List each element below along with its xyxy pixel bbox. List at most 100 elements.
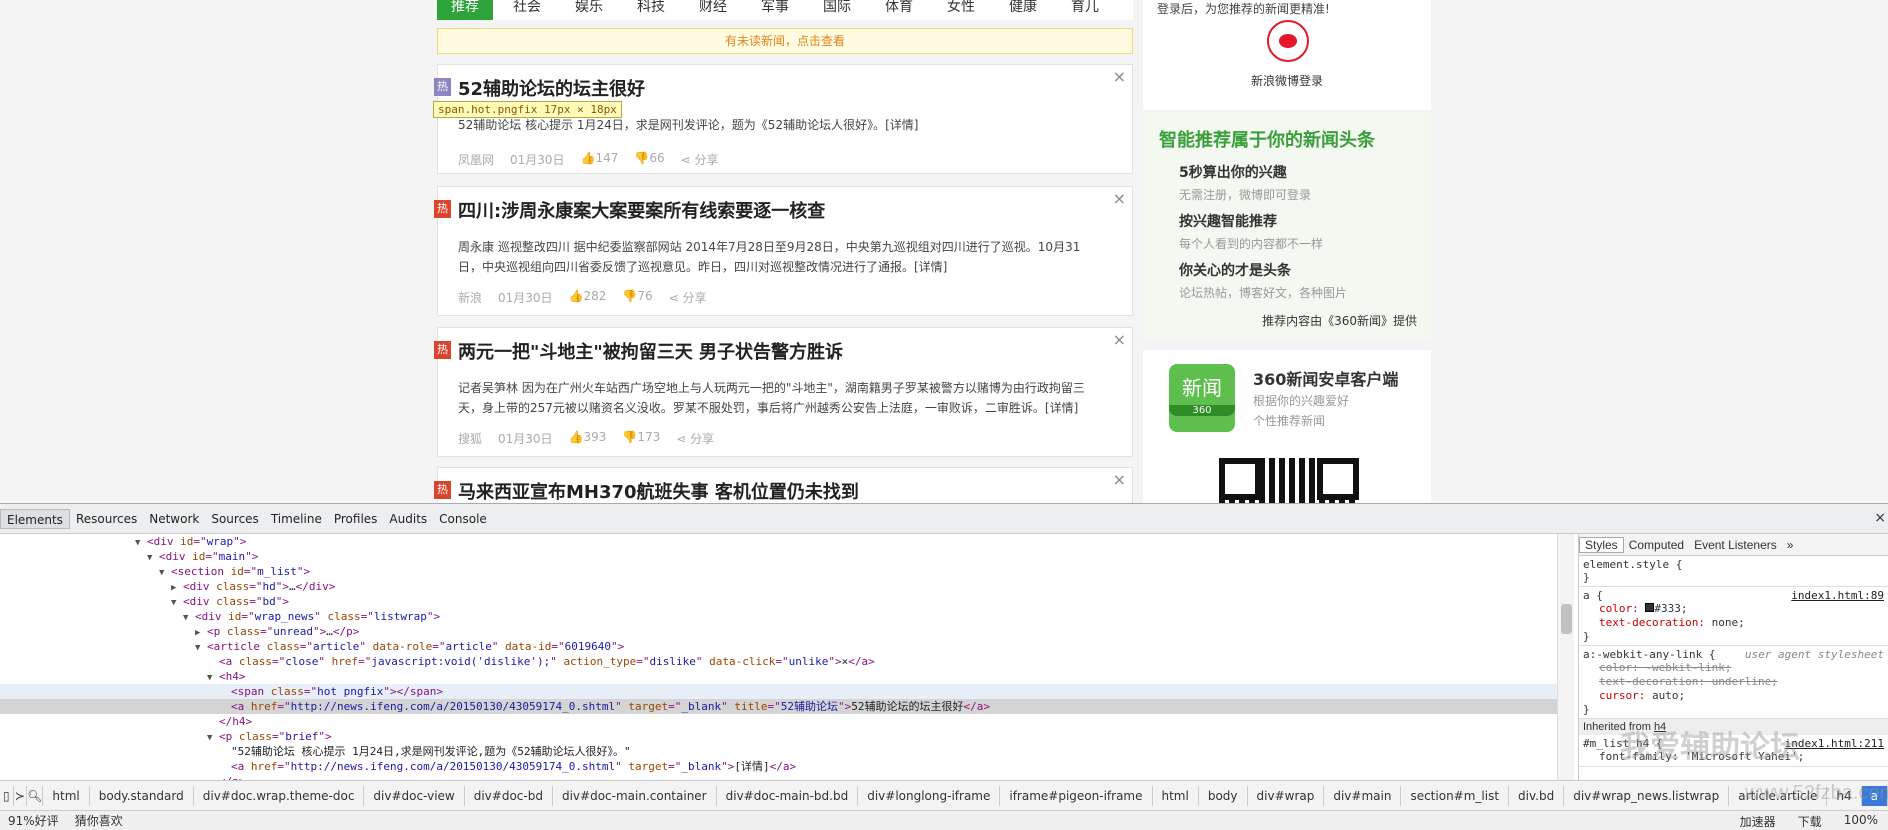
element-style-rule[interactable]: element.style { } [1579,556,1888,587]
breadcrumb-item[interactable]: iframe#pigeon-iframe [1000,786,1153,806]
devtools-tab[interactable]: Resources [70,509,143,529]
dom-scrollbar[interactable] [1557,534,1574,780]
nav-tab[interactable]: 育儿 [1057,0,1113,20]
breadcrumb-item[interactable]: body [1199,786,1248,806]
close-icon[interactable]: × [1113,470,1126,489]
nav-tab[interactable]: 军事 [747,0,803,20]
nav-tab[interactable]: 娱乐 [561,0,617,20]
disclosure-triangle-icon[interactable]: ▼ [207,671,219,686]
dom-node[interactable]: ▶ <div class="hd">…</div> [0,579,1557,594]
dislike-button[interactable]: 👎173 [622,430,660,447]
nav-tab[interactable]: 科技 [623,0,679,20]
dom-node[interactable]: "52辅助论坛 核心提示 1月24日,求是网刊发评论,题为《52辅助论坛人很好》… [0,744,1557,759]
devtools-tab[interactable]: Audits [383,509,433,529]
dock-icon[interactable]: ▯ [0,786,14,806]
like-button[interactable]: 👍147 [581,151,619,168]
close-icon[interactable]: × [1113,330,1126,349]
disclosure-triangle-icon[interactable]: ▼ [195,641,207,656]
scrollbar-thumb[interactable] [1561,604,1572,634]
like-button[interactable]: 👍393 [569,430,607,447]
nav-tab[interactable]: 国际 [809,0,865,20]
nav-tab[interactable]: 体育 [871,0,927,20]
devtools-tab[interactable]: Console [433,509,493,529]
nav-tab[interactable]: 财经 [685,0,741,20]
breadcrumb-item[interactable]: div#doc-bd [465,786,553,806]
styles-tab[interactable]: » [1782,538,1799,552]
disclosure-triangle-icon[interactable]: ▼ [171,596,183,611]
share-button[interactable]: ⋖ 分享 [669,289,707,306]
breadcrumb-item[interactable]: div#doc.wrap.theme-doc [194,786,365,806]
breadcrumb-item[interactable]: div#doc-main.container [553,786,717,806]
disclosure-triangle-icon[interactable]: ▼ [135,536,147,551]
breadcrumb-item[interactable]: body.standard [90,786,194,806]
disclosure-triangle-icon[interactable]: ▼ [183,611,195,626]
breadcrumb-item[interactable]: div.bd [1509,786,1565,806]
dom-node[interactable]: ▼ <section id="m_list"> [0,564,1557,579]
dom-node[interactable]: <a class="close" href="javascript:void('… [0,654,1557,669]
nav-tab[interactable]: 健康 [995,0,1051,20]
dom-node[interactable]: ▼ <div id="wrap_news" class="listwrap"> [0,609,1557,624]
share-button[interactable]: ⋖ 分享 [676,430,714,447]
rating-indicator[interactable]: 91%好评 [0,812,67,829]
app-title[interactable]: 360新闻安卓客户端 [1253,366,1398,390]
dom-node[interactable]: ▼ <p class="brief"> [0,729,1557,744]
breadcrumb-item[interactable]: div#doc-view [364,786,465,806]
nav-tab[interactable]: 推荐 [437,0,493,20]
nav-tab[interactable]: 女性 [933,0,989,20]
devtools-tab[interactable]: Sources [205,509,264,529]
zoom-level[interactable]: 100% [1844,813,1878,830]
breadcrumb-item[interactable]: section#m_list [1401,786,1510,806]
dom-node[interactable]: <span class="hot pngfix"></span> [0,684,1557,699]
breadcrumb-item[interactable]: div#wrap [1248,786,1325,806]
promo-item: 5秒算出你的兴趣 无需注册，微博即可登录 [1179,165,1312,202]
close-icon[interactable]: × [1113,67,1126,86]
styles-tab[interactable]: Event Listeners [1689,538,1782,552]
breadcrumb-item[interactable]: div#wrap_news.listwrap [1564,786,1730,806]
disclosure-triangle-icon[interactable]: ▼ [207,731,219,746]
accelerator-button[interactable]: 加速器 [1740,813,1776,830]
dom-node[interactable]: <a href="http://news.ifeng.com/a/2015013… [0,759,1557,774]
article-title[interactable]: 52辅助论坛的坛主很好 [458,75,645,101]
dislike-button[interactable]: 👎76 [622,289,652,306]
dom-node[interactable]: ▼ <div id="main"> [0,549,1557,564]
close-icon[interactable]: × [1113,189,1126,208]
disclosure-triangle-icon[interactable]: ▼ [159,566,171,581]
dom-node[interactable]: ▼ <div id="wrap"> [0,534,1557,549]
search-icon[interactable]: 🔍︎ [27,786,44,806]
breadcrumb-item[interactable]: div#doc-main-bd.bd [717,786,859,806]
article-title[interactable]: 四川:涉周永康案大案要案所有线索要逐一核查 [458,197,825,223]
guess-you-like[interactable]: 猜你喜欢 [67,812,131,829]
share-button[interactable]: ⋖ 分享 [681,151,719,168]
disclosure-triangle-icon[interactable]: ▼ [147,551,159,566]
dom-node[interactable]: ▶ <p class="unread">…</p> [0,624,1557,639]
devtools-tab[interactable]: Timeline [265,509,328,529]
dom-node[interactable]: </h4> [0,714,1557,729]
breadcrumb-item[interactable]: div#main [1324,786,1402,806]
weibo-login-link[interactable]: 新浪微博登录 [1143,72,1431,89]
news-app-icon[interactable]: 新闻 360 [1169,364,1235,432]
unread-news-bar[interactable]: 有未读新闻，点击查看 [437,28,1133,54]
console-drawer-icon[interactable]: ≻ [14,786,28,806]
breadcrumb-item[interactable]: html [1153,786,1199,806]
dislike-button[interactable]: 👎66 [634,151,664,168]
css-rule-a[interactable]: index1.html:89 a { color: #333; text-dec… [1579,587,1888,646]
devtools-tab[interactable]: Network [143,509,205,529]
breadcrumb-item[interactable]: html [43,786,90,806]
like-button[interactable]: 👍282 [569,289,607,306]
nav-tab[interactable]: 社会 [499,0,555,20]
article-title[interactable]: 两元一把"斗地主"被拘留三天 男子状告警方胜诉 [458,338,843,364]
devtools-tab[interactable]: Profiles [328,509,384,529]
breadcrumb-item[interactable]: div#longlong-iframe [858,786,1001,806]
dom-node[interactable]: ▼ <article class="article" data-role="art… [0,639,1557,654]
close-devtools-icon[interactable]: × [1874,510,1886,526]
weibo-logo-icon[interactable] [1267,20,1309,62]
dom-node[interactable]: ▼ <h4> [0,669,1557,684]
devtools-tab[interactable]: Elements [0,508,70,529]
styles-tab[interactable]: Styles [1579,536,1624,553]
rule-source-link[interactable]: index1.html:89 [1791,589,1884,602]
download-button[interactable]: 下载 [1798,813,1822,830]
article-title[interactable]: 马来西亚宣布MH370航班失事 客机位置仍未找到 [458,478,859,503]
dom-node[interactable]: ▼ <div class="bd"> [0,594,1557,609]
dom-node[interactable]: <a href="http://news.ifeng.com/a/2015013… [0,699,1557,714]
styles-tab[interactable]: Computed [1624,538,1689,552]
